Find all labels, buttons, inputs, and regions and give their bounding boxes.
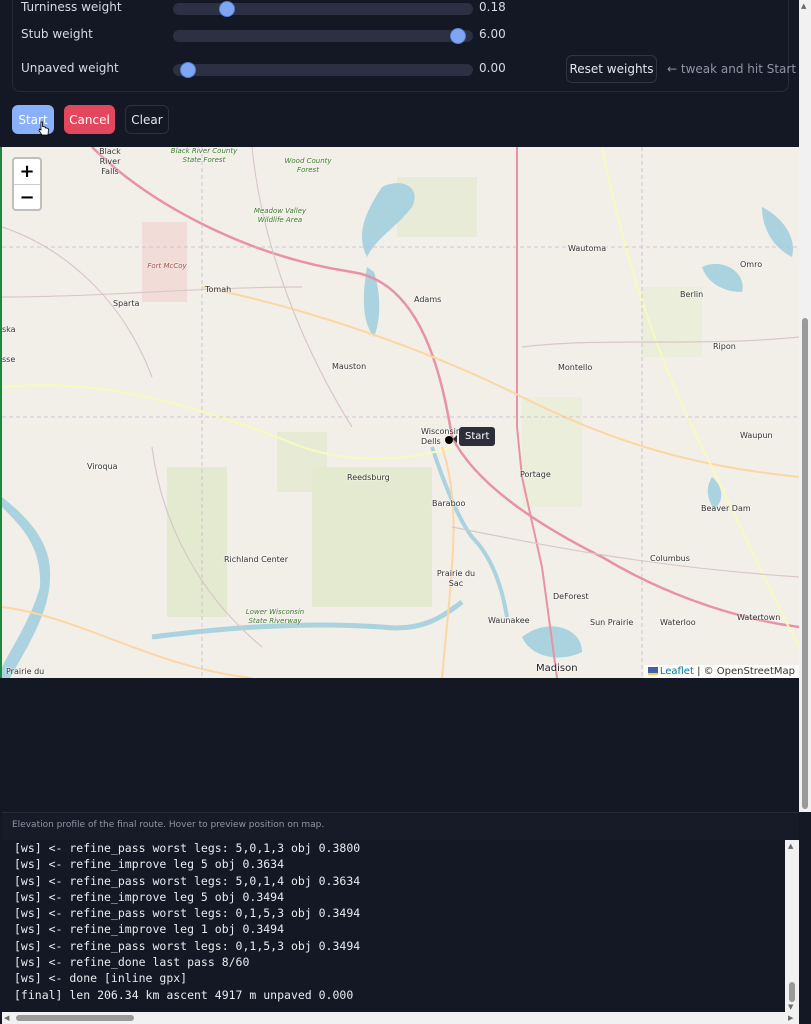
ukraine-flag-icon (647, 667, 658, 675)
log-scrollbar-thumb[interactable] (789, 982, 795, 1002)
weight-label: Unpaved weight (21, 61, 119, 75)
place-label: Waterloo (660, 618, 696, 627)
zoom-out-button[interactable]: − (14, 184, 40, 209)
hand-cursor-icon (38, 121, 49, 136)
place-label: Columbus (650, 554, 690, 563)
reset-weights-button[interactable]: Reset weights (566, 55, 657, 83)
place-label: Beaver Dam (701, 504, 751, 513)
place-label: Wautoma (568, 244, 607, 253)
place-label: DeForest (553, 592, 589, 601)
place-label: Richland Center (224, 555, 288, 564)
scroll-up-arrow-icon[interactable]: ▲ (788, 842, 793, 850)
map-attribution: Leaflet | © OpenStreetMap (643, 665, 799, 678)
park-label: Wood County Forest (284, 157, 332, 174)
stub-slider[interactable] (173, 29, 473, 43)
scroll-left-arrow-icon[interactable]: ◀ (4, 1014, 9, 1022)
horizontal-scrollbar-thumb[interactable] (16, 1015, 134, 1021)
place-label: ska (2, 325, 16, 334)
page-scrollbar[interactable]: ▲ (799, 0, 811, 812)
log-line: [ws] <- refine_pass worst legs: 0,1,5,3 … (14, 938, 361, 953)
log-line: [ws] <- refine_improve leg 5 obj 0.3494 (14, 889, 285, 904)
elevation-caption: Elevation profile of the final route. Ho… (2, 812, 799, 840)
weight-value: 6.00 (479, 27, 506, 41)
slider-thumb[interactable] (181, 63, 195, 77)
place-label: Adams (414, 295, 442, 304)
route-map[interactable]: + − Black River Falls Tomah Sparta Adams… (2, 147, 799, 678)
scroll-down-arrow-icon[interactable]: ▼ (788, 1003, 793, 1011)
clear-button[interactable]: Clear (125, 105, 169, 134)
place-label: Sparta (113, 299, 140, 308)
place-label: Tomah (205, 285, 232, 294)
place-label: Mauston (332, 362, 367, 371)
weight-label: Turniness weight (21, 0, 122, 14)
cancel-button[interactable]: Cancel (64, 105, 115, 134)
log-line: [ws] <- refine_pass worst legs: 5,0,1,4 … (14, 873, 361, 888)
weights-hint: ← tweak and hit Start (667, 62, 797, 76)
place-label: Madison (536, 663, 578, 674)
weight-value: 0.00 (479, 61, 506, 75)
weight-value: 0.18 (479, 0, 506, 14)
horizontal-scrollbar[interactable]: ◀ ▶ (2, 1012, 799, 1024)
zoom-control: + − (12, 157, 42, 211)
park-label: Black River County State Forest (170, 147, 238, 164)
place-label: Montello (558, 363, 593, 372)
place-label: sse (2, 355, 16, 364)
place-label: Waupun (740, 431, 773, 440)
page-scrollbar-thumb[interactable] (802, 318, 808, 809)
log-line: [ws] <- refine_done last pass 8/60 (14, 955, 250, 970)
place-label: Watertown (737, 613, 781, 622)
log-line: [ws] <- done [inline gpx] (14, 971, 188, 986)
weight-label: Stub weight (21, 27, 93, 41)
scroll-up-arrow-icon[interactable]: ▲ (801, 2, 806, 10)
leaflet-link[interactable]: Leaflet (660, 666, 694, 677)
place-label: Prairie du (6, 667, 45, 676)
place-label: Baraboo (432, 499, 466, 508)
place-label: Berlin (680, 290, 704, 299)
start-marker-tooltip: Start (452, 427, 496, 446)
map-tiles (2, 147, 799, 678)
log-line: [ws] <- refine_improve leg 5 obj 0.3634 (14, 857, 285, 872)
place-label: Reedsburg (347, 473, 390, 482)
place-label: Omro (740, 260, 763, 269)
place-label: Waunakee (488, 616, 530, 625)
start-marker[interactable] (445, 436, 453, 444)
park-label: Lower Wisconsin State Riverway (245, 608, 305, 625)
turniness-slider[interactable] (173, 2, 473, 16)
slider-thumb[interactable] (220, 2, 234, 16)
place-label: Sun Prairie (590, 618, 634, 627)
slider-thumb[interactable] (451, 29, 465, 43)
park-label: Fort McCoy (147, 262, 187, 270)
place-label: Portage (520, 470, 551, 479)
log-line: [final] len 206.34 km ascent 4917 m unpa… (14, 987, 354, 1002)
place-label: Prairie du Sac (436, 569, 476, 588)
place-label: Ripon (713, 342, 736, 351)
log-output: [ws] <- refine_pass worst legs: 5,0,1,3 … (2, 840, 785, 1012)
elevation-chart[interactable] (2, 678, 799, 812)
log-scrollbar[interactable]: ▲ ▼ (785, 840, 799, 1012)
unpaved-slider[interactable] (173, 63, 473, 77)
osm-attribution: | © OpenStreetMap (697, 666, 795, 677)
place-label: Viroqua (87, 462, 118, 471)
place-label: Black River Falls (99, 147, 121, 176)
log-line: [ws] <- refine_improve leg 1 obj 0.3494 (14, 922, 285, 937)
park-label: Meadow Valley Wildlife Area (253, 207, 307, 224)
scroll-right-arrow-icon[interactable]: ▶ (788, 1014, 793, 1022)
log-line: [ws] <- refine_pass worst legs: 0,1,5,3 … (14, 906, 361, 921)
zoom-in-button[interactable]: + (14, 159, 40, 184)
log-line: [ws] <- refine_pass worst legs: 5,0,1,3 … (14, 841, 361, 855)
